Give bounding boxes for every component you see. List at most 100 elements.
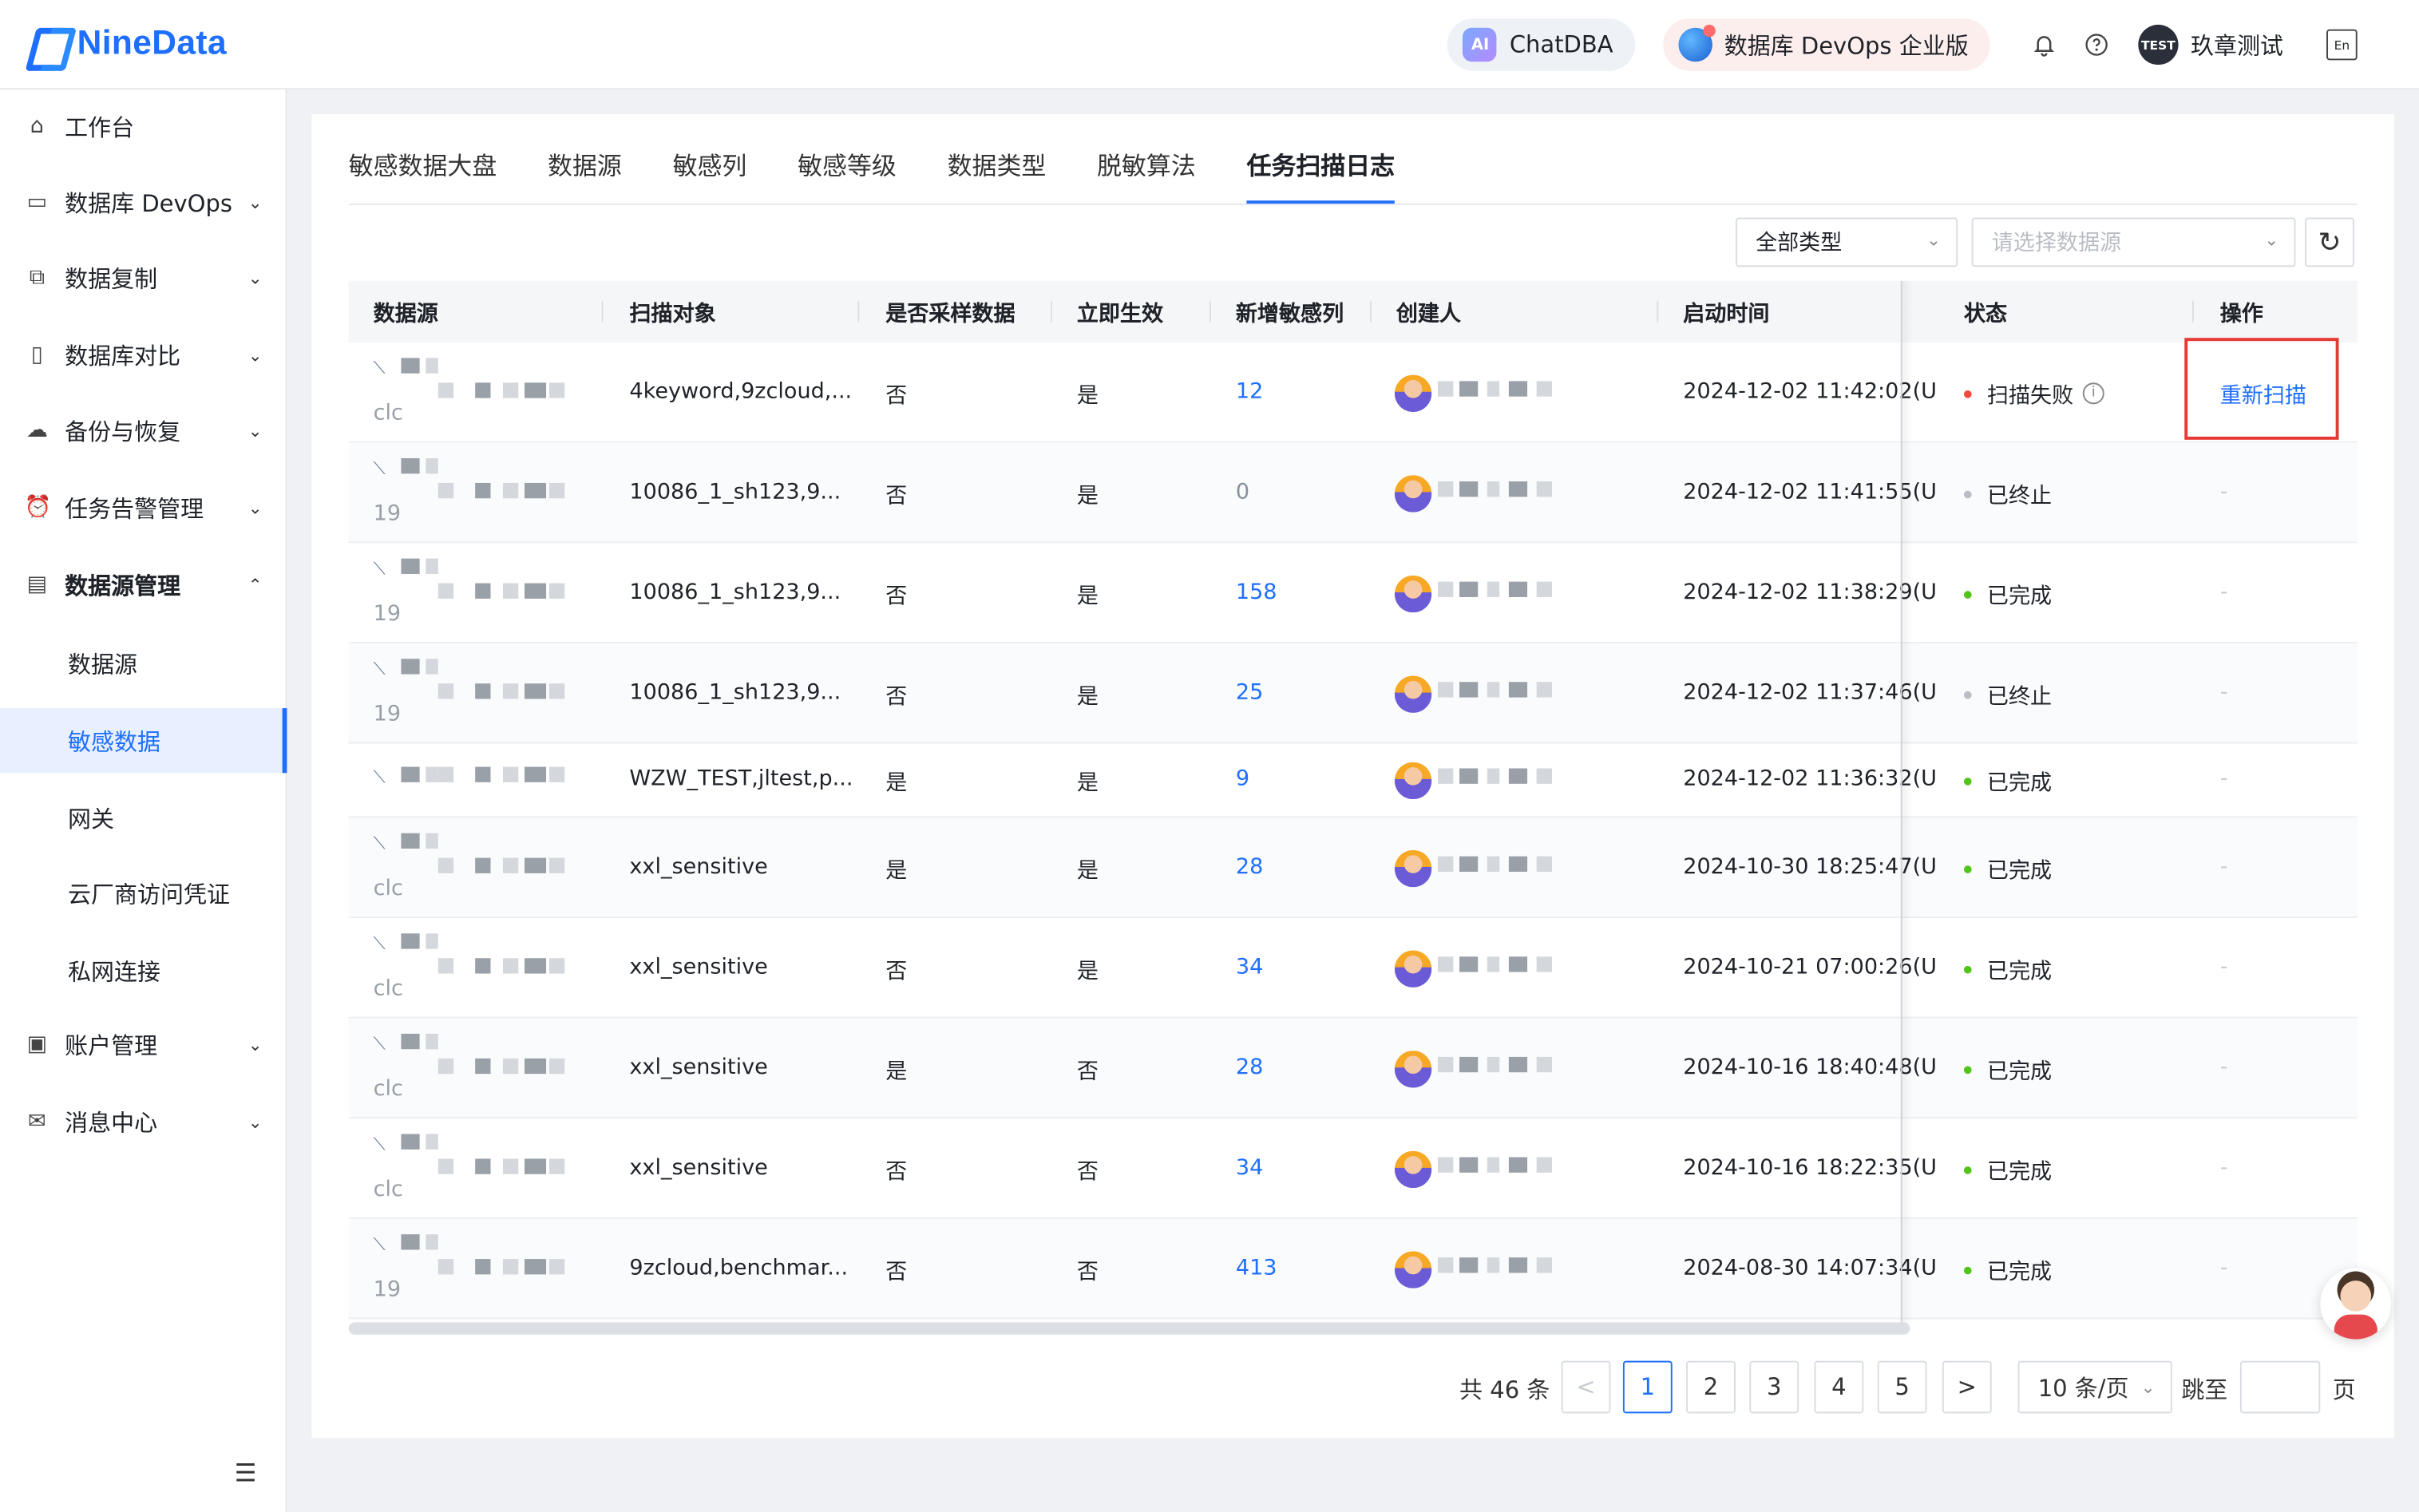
sidebar-sub-label: 网关 xyxy=(68,804,115,833)
new-columns-link[interactable]: 158 xyxy=(1236,580,1277,605)
masked-datasource-block xyxy=(502,1259,519,1275)
collapse-sidebar-icon[interactable]: ☰ xyxy=(235,1458,257,1487)
sidebar-sub-gateway[interactable]: 网关 xyxy=(0,786,287,850)
prev-page-button[interactable]: < xyxy=(1561,1360,1611,1414)
status-text: 已完成 xyxy=(1986,859,2053,885)
masked-datasource-block xyxy=(502,958,519,974)
masked-creator-block xyxy=(1459,1056,1479,1073)
tab-scan-logs[interactable]: 任务扫描日志 xyxy=(1246,114,1396,204)
chevron-down-icon: ⌄ xyxy=(247,497,263,518)
new-columns-link[interactable]: 34 xyxy=(1236,1156,1263,1181)
masked-datasource-block xyxy=(502,766,519,782)
masked-creator-block xyxy=(1487,956,1500,972)
effect-cell: 是 xyxy=(1076,960,1099,985)
masked-creator-block xyxy=(1536,1056,1552,1073)
language-icon[interactable]: En xyxy=(2326,29,2358,61)
cloud-icon: ☁ xyxy=(26,418,48,443)
chevron-down-icon: ⌄ xyxy=(247,192,263,212)
user-avatar[interactable]: TEST xyxy=(2138,24,2179,65)
new-columns-link[interactable]: 28 xyxy=(1236,1055,1263,1080)
info-icon[interactable]: i xyxy=(2082,382,2104,405)
refresh-button[interactable]: ↻ xyxy=(2305,217,2354,267)
customer-support-avatar[interactable] xyxy=(2320,1268,2392,1340)
tab-sensitive-columns[interactable]: 敏感列 xyxy=(673,114,747,204)
logo[interactable]: NineData xyxy=(28,22,227,65)
tab-sensitive-levels[interactable]: 敏感等级 xyxy=(798,114,897,204)
page-size-select[interactable]: 10 条/页 ⌄ xyxy=(2017,1360,2172,1414)
sidebar-item-replication[interactable]: ⧉ 数据复制 ⌄ xyxy=(0,243,287,311)
sidebar-item-messages[interactable]: ✉ 消息中心 ⌄ xyxy=(0,1088,287,1156)
masked-datasource-block xyxy=(401,833,420,849)
masked-datasource-block xyxy=(401,1134,420,1150)
masked-datasource-block xyxy=(548,583,565,599)
new-columns-link[interactable]: 34 xyxy=(1236,955,1263,980)
masked-creator-block xyxy=(1437,956,1454,972)
datasource-icon: ▤ xyxy=(26,572,48,597)
sidebar-item-compare[interactable]: ▯ 数据库对比 ⌄ xyxy=(0,321,287,389)
effect-cell: 是 xyxy=(1076,685,1099,710)
masked-datasource-block xyxy=(502,382,519,398)
effect-cell: 是 xyxy=(1076,584,1099,610)
chevron-down-icon: ⌄ xyxy=(2140,1376,2156,1398)
new-columns-link[interactable]: 413 xyxy=(1236,1256,1277,1280)
globe-icon xyxy=(1677,24,1716,62)
next-page-button[interactable]: > xyxy=(1942,1360,1992,1414)
page-button-4[interactable]: 4 xyxy=(1814,1360,1864,1414)
user-name[interactable]: 玖章测试 xyxy=(2191,29,2283,61)
masked-creator-block xyxy=(1536,1157,1552,1173)
new-columns-link[interactable]: 12 xyxy=(1236,379,1263,404)
tabs-divider xyxy=(348,204,2358,206)
horizontal-scrollbar[interactable] xyxy=(348,1322,1910,1335)
sidebar-item-alarm[interactable]: ⏰ 任务告警管理 ⌄ xyxy=(0,473,287,541)
masked-datasource-block xyxy=(426,766,438,782)
sidebar-item-backup[interactable]: ☁ 备份与恢复 ⌄ xyxy=(0,397,287,465)
chatdba-button[interactable]: AI ChatDBA xyxy=(1447,18,1635,71)
sidebar-sub-private-link[interactable]: 私网连接 xyxy=(0,938,287,1003)
sidebar-item-workbench[interactable]: ⌂ 工作台 xyxy=(0,93,287,160)
masked-creator-block xyxy=(1459,581,1479,597)
masked-datasource-block xyxy=(426,458,438,474)
new-columns-link[interactable]: 25 xyxy=(1236,680,1263,705)
page-button-3[interactable]: 3 xyxy=(1749,1360,1799,1414)
masked-datasource-block xyxy=(426,358,438,374)
page-button-2[interactable]: 2 xyxy=(1686,1360,1736,1414)
jump-page-input[interactable] xyxy=(2239,1360,2321,1414)
masked-creator-block xyxy=(1459,956,1479,972)
new-columns-link[interactable]: 9 xyxy=(1236,767,1249,792)
sidebar-sub-datasource[interactable]: 数据源 xyxy=(0,631,287,695)
status-cell: 扫描失败 i xyxy=(1963,379,2104,410)
page-button-1[interactable]: 1 xyxy=(1622,1360,1673,1414)
sidebar-sub-sensitive-data[interactable]: 敏感数据 xyxy=(0,708,287,774)
sidebar-item-account[interactable]: ▣ 账户管理 ⌄ xyxy=(0,1011,287,1079)
masked-creator-block xyxy=(1459,768,1479,784)
tab-datasource[interactable]: 数据源 xyxy=(548,114,622,204)
page-suffix-label: 页 xyxy=(2332,1375,2356,1404)
status-cell: 已完成 xyxy=(1963,580,2052,612)
type-select[interactable]: 全部类型 ⌄ xyxy=(1735,217,1958,267)
masked-datasource-block xyxy=(525,382,547,398)
tab-data-types[interactable]: 数据类型 xyxy=(948,114,1047,204)
sidebar-sub-cloud-credentials[interactable]: 云厂商访问凭证 xyxy=(0,861,287,925)
help-icon[interactable] xyxy=(2070,18,2123,71)
new-columns-link[interactable]: 28 xyxy=(1236,855,1263,880)
tab-sensitive-dashboard[interactable]: 敏感数据大盘 xyxy=(349,114,497,204)
status-text: 已完成 xyxy=(1986,960,2053,985)
effect-cell: 否 xyxy=(1076,1160,1099,1185)
bell-icon[interactable] xyxy=(2018,18,2071,71)
masked-datasource-block xyxy=(475,683,491,699)
datasource-select[interactable]: 请选择数据源 ⌄ xyxy=(1971,217,2296,267)
scan-log-table: 数据源 扫描对象 是否采样数据 立即生效 新增敏感列 创建人 启动时间 状态 操… xyxy=(348,280,2358,1320)
masked-creator-block xyxy=(1459,682,1479,698)
masked-creator-block xyxy=(1536,581,1552,597)
sidebar-item-datasource-mgmt[interactable]: ▤ 数据源管理 ⌃ xyxy=(0,551,287,619)
tab-masking-algorithms[interactable]: 脱敏算法 xyxy=(1097,114,1196,204)
sidebar-sub-label: 云厂商访问凭证 xyxy=(68,880,230,908)
page-button-5[interactable]: 5 xyxy=(1877,1360,1927,1414)
sidebar-item-devops[interactable]: ▭ 数据库 DevOps ⌄ xyxy=(0,168,287,236)
masked-creator-block xyxy=(1508,481,1528,497)
status-dot xyxy=(1963,690,1972,699)
devops-edition-button[interactable]: 数据库 DevOps 企业版 xyxy=(1662,18,1990,71)
app-root: NineData AI ChatDBA 数据库 DevOps 企业版 TEST … xyxy=(0,0,2419,1512)
scan-object-cell: 10086_1_sh123,9... xyxy=(629,480,841,505)
masked-creator-block xyxy=(1459,856,1479,872)
